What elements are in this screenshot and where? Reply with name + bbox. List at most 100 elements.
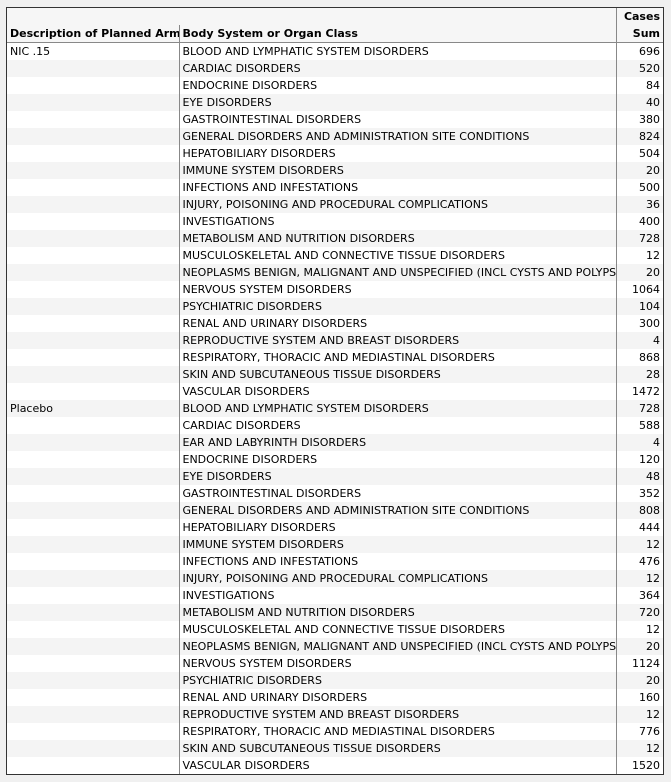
sum-cell: 380 bbox=[615, 111, 663, 128]
sum-cell: 12 bbox=[615, 706, 663, 723]
sum-cell: 364 bbox=[615, 587, 663, 604]
header-planned-arm[interactable]: Description of Planned Arm bbox=[7, 25, 179, 43]
planned-arm-cell-empty bbox=[7, 536, 179, 553]
planned-arm-cell-empty bbox=[7, 128, 179, 145]
planned-arm-cell-empty bbox=[7, 196, 179, 213]
sum-cell: 84 bbox=[615, 77, 663, 94]
table-row: NEOPLASMS BENIGN, MALIGNANT AND UNSPECIF… bbox=[7, 264, 663, 281]
sum-cell: 20 bbox=[615, 162, 663, 179]
table-row: PSYCHIATRIC DISORDERS 104 bbox=[7, 298, 663, 315]
table-row: EAR AND LABYRINTH DISORDERS 4 bbox=[7, 434, 663, 451]
sum-cell: 1124 bbox=[615, 655, 663, 672]
table-row: MUSCULOSKELETAL AND CONNECTIVE TISSUE DI… bbox=[7, 247, 663, 264]
planned-arm-cell-empty bbox=[7, 621, 179, 638]
organ-class-cell: EYE DISORDERS bbox=[178, 468, 616, 485]
table-row: HEPATOBILIARY DISORDERS 444 bbox=[7, 519, 663, 536]
header-organ-class[interactable]: Body System or Organ Class bbox=[178, 25, 616, 43]
organ-class-cell: REPRODUCTIVE SYSTEM AND BREAST DISORDERS bbox=[178, 706, 616, 723]
planned-arm-cell-empty bbox=[7, 315, 179, 332]
organ-class-cell: INJURY, POISONING AND PROCEDURAL COMPLIC… bbox=[178, 196, 616, 213]
table-row: VASCULAR DISORDERS 1472 bbox=[7, 383, 663, 400]
table-row: MUSCULOSKELETAL AND CONNECTIVE TISSUE DI… bbox=[7, 621, 663, 638]
organ-class-cell: CARDIAC DISORDERS bbox=[178, 60, 616, 77]
sum-cell: 40 bbox=[615, 94, 663, 111]
header-sum[interactable]: Sum bbox=[615, 25, 663, 43]
organ-class-cell: SKIN AND SUBCUTANEOUS TISSUE DISORDERS bbox=[178, 366, 616, 383]
organ-class-cell: HEPATOBILIARY DISORDERS bbox=[178, 145, 616, 162]
summary-table: Cases Description of Planned Arm Body Sy… bbox=[7, 8, 663, 774]
organ-class-cell: MUSCULOSKELETAL AND CONNECTIVE TISSUE DI… bbox=[178, 247, 616, 264]
table-row: CARDIAC DISORDERS 520 bbox=[7, 60, 663, 77]
table-row: IMMUNE SYSTEM DISORDERS 12 bbox=[7, 536, 663, 553]
organ-class-cell: NEOPLASMS BENIGN, MALIGNANT AND UNSPECIF… bbox=[178, 264, 616, 281]
sum-cell: 588 bbox=[615, 417, 663, 434]
sum-cell: 720 bbox=[615, 604, 663, 621]
planned-arm-cell-empty bbox=[7, 757, 179, 774]
table-row: NERVOUS SYSTEM DISORDERS 1124 bbox=[7, 655, 663, 672]
sum-cell: 728 bbox=[615, 400, 663, 417]
sum-cell: 48 bbox=[615, 468, 663, 485]
planned-arm-cell-empty bbox=[7, 553, 179, 570]
planned-arm-cell: NIC .15 bbox=[10, 45, 51, 58]
sum-cell: 776 bbox=[615, 723, 663, 740]
organ-class-cell: EAR AND LABYRINTH DISORDERS bbox=[178, 434, 616, 451]
sum-cell: 160 bbox=[615, 689, 663, 706]
sum-cell: 36 bbox=[615, 196, 663, 213]
organ-class-cell: IMMUNE SYSTEM DISORDERS bbox=[178, 536, 616, 553]
organ-class-cell: RESPIRATORY, THORACIC AND MEDIASTINAL DI… bbox=[178, 349, 616, 366]
sum-cell: 4 bbox=[615, 332, 663, 349]
table-row: PSYCHIATRIC DISORDERS 20 bbox=[7, 672, 663, 689]
sum-cell: 400 bbox=[615, 213, 663, 230]
sum-cell: 868 bbox=[615, 349, 663, 366]
table-row: RESPIRATORY, THORACIC AND MEDIASTINAL DI… bbox=[7, 723, 663, 740]
planned-arm-cell-empty bbox=[7, 502, 179, 519]
sum-cell: 520 bbox=[615, 60, 663, 77]
header-spacer bbox=[7, 8, 616, 25]
planned-arm-cell-empty bbox=[7, 638, 179, 655]
planned-arm-cell-empty bbox=[7, 485, 179, 502]
planned-arm-cell-empty bbox=[7, 60, 179, 77]
planned-arm-cell-empty bbox=[7, 519, 179, 536]
organ-class-cell: NERVOUS SYSTEM DISORDERS bbox=[178, 281, 616, 298]
sum-cell: 20 bbox=[615, 672, 663, 689]
header-group-row: Cases bbox=[7, 8, 663, 25]
planned-arm-cell-empty bbox=[7, 111, 179, 128]
table-row: NERVOUS SYSTEM DISORDERS 1064 bbox=[7, 281, 663, 298]
organ-class-cell: ENDOCRINE DISORDERS bbox=[178, 451, 616, 468]
table-row: GENERAL DISORDERS AND ADMINISTRATION SIT… bbox=[7, 128, 663, 145]
organ-class-cell: HEPATOBILIARY DISORDERS bbox=[178, 519, 616, 536]
planned-arm-cell-empty bbox=[7, 706, 179, 723]
header-cases[interactable]: Cases bbox=[615, 8, 663, 25]
planned-arm-cell-empty bbox=[7, 247, 179, 264]
table-row: METABOLISM AND NUTRITION DISORDERS 720 bbox=[7, 604, 663, 621]
table-row: NEOPLASMS BENIGN, MALIGNANT AND UNSPECIF… bbox=[7, 638, 663, 655]
planned-arm-cell-empty bbox=[7, 468, 179, 485]
organ-class-cell: GASTROINTESTINAL DISORDERS bbox=[178, 111, 616, 128]
sum-cell: 12 bbox=[615, 570, 663, 587]
sum-cell: 696 bbox=[615, 42, 663, 60]
table-row: INJURY, POISONING AND PROCEDURAL COMPLIC… bbox=[7, 196, 663, 213]
sum-cell: 20 bbox=[615, 638, 663, 655]
table-row: ENDOCRINE DISORDERS 84 bbox=[7, 77, 663, 94]
table-row: GASTROINTESTINAL DISORDERS 352 bbox=[7, 485, 663, 502]
organ-class-cell: NERVOUS SYSTEM DISORDERS bbox=[178, 655, 616, 672]
sum-cell: 1472 bbox=[615, 383, 663, 400]
organ-class-cell: METABOLISM AND NUTRITION DISORDERS bbox=[178, 230, 616, 247]
organ-class-cell: ENDOCRINE DISORDERS bbox=[178, 77, 616, 94]
planned-arm-cell-empty bbox=[7, 604, 179, 621]
sum-cell: 4 bbox=[615, 434, 663, 451]
sum-cell: 300 bbox=[615, 315, 663, 332]
sum-cell: 824 bbox=[615, 128, 663, 145]
organ-class-cell: PSYCHIATRIC DISORDERS bbox=[178, 672, 616, 689]
table-row: GASTROINTESTINAL DISORDERS 380 bbox=[7, 111, 663, 128]
sum-cell: 28 bbox=[615, 366, 663, 383]
sum-cell: 728 bbox=[615, 230, 663, 247]
table-row: RESPIRATORY, THORACIC AND MEDIASTINAL DI… bbox=[7, 349, 663, 366]
organ-class-cell: INFECTIONS AND INFESTATIONS bbox=[178, 179, 616, 196]
organ-class-cell: PSYCHIATRIC DISORDERS bbox=[178, 298, 616, 315]
table-row: SKIN AND SUBCUTANEOUS TISSUE DISORDERS 28 bbox=[7, 366, 663, 383]
table-row: NIC .15 BLOOD AND LYMPHATIC SYSTEM DISORD… bbox=[7, 42, 663, 60]
planned-arm-cell-empty bbox=[7, 587, 179, 604]
table-row: INVESTIGATIONS 400 bbox=[7, 213, 663, 230]
organ-class-cell: VASCULAR DISORDERS bbox=[178, 383, 616, 400]
